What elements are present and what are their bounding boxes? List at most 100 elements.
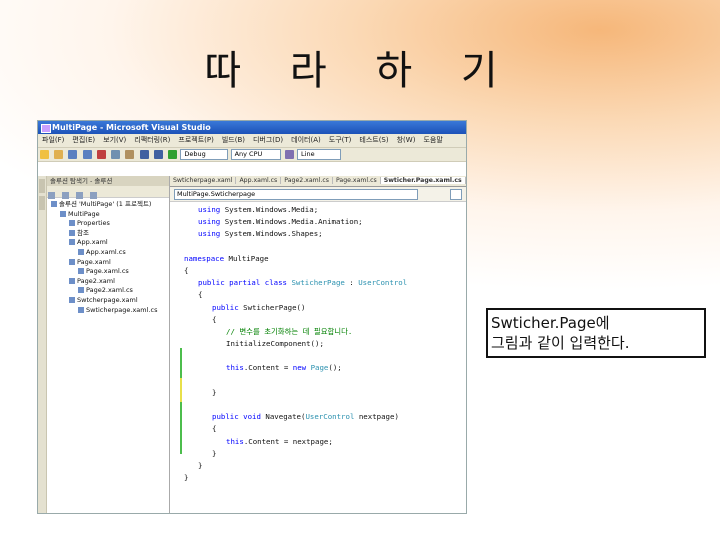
menu-item[interactable]: 파일(F)	[42, 136, 64, 144]
code-token: System.Windows.Media.Animation;	[220, 217, 363, 227]
code-token: System.Windows.Media;	[220, 205, 319, 214]
callout-line-2: 그림과 같이 입력한다.	[491, 334, 630, 352]
code-token: {	[212, 424, 217, 434]
code-token: {	[212, 314, 217, 324]
solution-explorer-header: 솔루션 탐색기 - 솔루션	[47, 176, 169, 186]
class-combo[interactable]: MultiPage.Swticherpage	[174, 189, 418, 200]
tree-item[interactable]: App.xaml.cs	[47, 248, 169, 258]
tree-item[interactable]: 참조	[47, 229, 169, 239]
new-project-icon[interactable]	[40, 150, 49, 159]
server-explorer-tab[interactable]	[39, 196, 45, 210]
code-line: using System.Windows.Shapes;	[170, 228, 466, 240]
document-tab[interactable]: Page2.xaml.cs	[281, 177, 333, 184]
find-icon[interactable]	[284, 150, 294, 159]
code-token: ();	[328, 363, 342, 373]
configuration-select[interactable]: Debug	[180, 149, 229, 160]
paste-icon[interactable]	[125, 150, 135, 159]
file-icon	[69, 239, 75, 246]
tree-item-label: Swticherpage.xaml.cs	[86, 305, 158, 314]
code-line: using System.Windows.Media;	[170, 204, 466, 216]
cut-icon[interactable]	[96, 150, 106, 159]
tree-item[interactable]: Page.xaml	[47, 258, 169, 268]
instruction-callout: Swticher.Page에 그림과 같이 입력한다.	[486, 308, 706, 358]
tree-item-label: Page.xaml	[77, 257, 111, 266]
toolbox-tab[interactable]	[39, 179, 45, 193]
document-tab[interactable]: Swticherpage.xaml	[170, 177, 237, 184]
code-token: SwticherPage	[291, 278, 345, 288]
save-icon[interactable]	[68, 150, 78, 159]
save-all-icon[interactable]	[82, 150, 92, 159]
menu-item[interactable]: 디버그(D)	[253, 136, 283, 144]
tree-item[interactable]: Page.xaml.cs	[47, 267, 169, 277]
show-all-files-icon[interactable]	[62, 192, 70, 199]
tree-item[interactable]: 솔루션 'MultiPage' (1 프로젝트)	[47, 200, 169, 210]
code-token: public partial class	[198, 278, 287, 288]
menu-item[interactable]: 데이터(A)	[291, 136, 321, 144]
find-combo[interactable]: Line	[297, 149, 342, 160]
menu-item[interactable]: 프로젝트(P)	[178, 136, 213, 144]
code-token: SwticherPage()	[238, 302, 306, 312]
code-token: Navegate(	[260, 412, 306, 422]
tree-item-label: Properties	[77, 219, 110, 228]
document-tab[interactable]: App.xaml.cs	[236, 177, 282, 184]
menu-item[interactable]: 테스트(S)	[359, 136, 388, 144]
tree-item-label: App.xaml.cs	[86, 247, 126, 256]
redo-icon[interactable]	[153, 150, 163, 159]
code-token: {	[184, 265, 189, 275]
menu-item[interactable]: 도구(T)	[329, 136, 352, 144]
code-line: }	[170, 448, 466, 460]
open-folder-icon[interactable]	[54, 150, 64, 159]
solution-tree: 솔루션 'MultiPage' (1 프로젝트) MultiPage Propert…	[47, 198, 169, 315]
file-icon	[69, 258, 75, 265]
document-tabs: Swticherpage.xaml App.xaml.cs Page2.xaml.c…	[170, 176, 466, 187]
file-icon	[78, 268, 84, 275]
member-combo[interactable]	[450, 189, 462, 200]
document-tab[interactable]: Swticher.Page.xaml.cs	[380, 177, 466, 184]
file-icon	[78, 306, 84, 313]
undo-icon[interactable]	[139, 150, 149, 159]
code-line: public SwticherPage()	[170, 302, 466, 314]
menu-item[interactable]: 리팩터링(R)	[134, 136, 170, 144]
tree-item[interactable]: App.xaml	[47, 238, 169, 248]
view-code-icon[interactable]	[90, 192, 98, 199]
document-tab[interactable]: Page.xaml.cs	[332, 177, 381, 184]
copy-icon[interactable]	[111, 150, 121, 159]
menu-item[interactable]: 보기(V)	[103, 136, 126, 144]
file-icon	[69, 220, 75, 227]
tree-item-label: 솔루션 'MultiPage' (1 프로젝트)	[59, 200, 152, 208]
start-debug-icon[interactable]	[168, 150, 178, 159]
solution-explorer-toolbar	[47, 186, 169, 199]
navigation-bar: MultiPage.Swticherpage	[170, 187, 466, 202]
code-line: }	[170, 472, 466, 484]
code-line: public partial class SwticherPage : User…	[170, 277, 466, 289]
menu-item[interactable]: 빌드(B)	[222, 136, 245, 144]
tree-item[interactable]: Page2.xaml	[47, 277, 169, 287]
code-line: InitializeComponent();	[170, 338, 466, 350]
code-line: // 변수를 초기화하는 데 필요합니다.	[170, 326, 466, 338]
properties-icon[interactable]	[48, 192, 55, 199]
platform-select[interactable]: Any CPU	[230, 149, 281, 160]
file-icon	[69, 296, 75, 303]
code-token: UserControl	[305, 412, 355, 422]
refresh-icon[interactable]	[76, 192, 84, 199]
menu-item[interactable]: 창(W)	[397, 136, 416, 144]
code-token: :	[344, 278, 359, 288]
tree-item[interactable]: MultiPage	[47, 210, 169, 220]
code-token: using	[198, 217, 221, 227]
code-area[interactable]: using System.Windows.Media; using System.…	[170, 202, 466, 484]
menu-item[interactable]: 편집(E)	[72, 136, 95, 144]
tree-item[interactable]: Properties	[47, 219, 169, 229]
tree-item[interactable]: Swtcherpage.xaml	[47, 296, 169, 306]
menu-item[interactable]: 도움말	[423, 136, 442, 144]
file-icon	[51, 201, 57, 207]
tree-item[interactable]: Page2.xaml.cs	[47, 286, 169, 296]
code-token: }	[212, 387, 217, 397]
code-token: using	[198, 205, 221, 214]
tree-item-label: Page2.xaml.cs	[86, 286, 133, 295]
code-line: {	[170, 314, 466, 326]
code-token: Page	[310, 363, 329, 373]
tree-item[interactable]: Swticherpage.xaml.cs	[47, 306, 169, 316]
code-line: namespace MultiPage	[170, 253, 466, 265]
